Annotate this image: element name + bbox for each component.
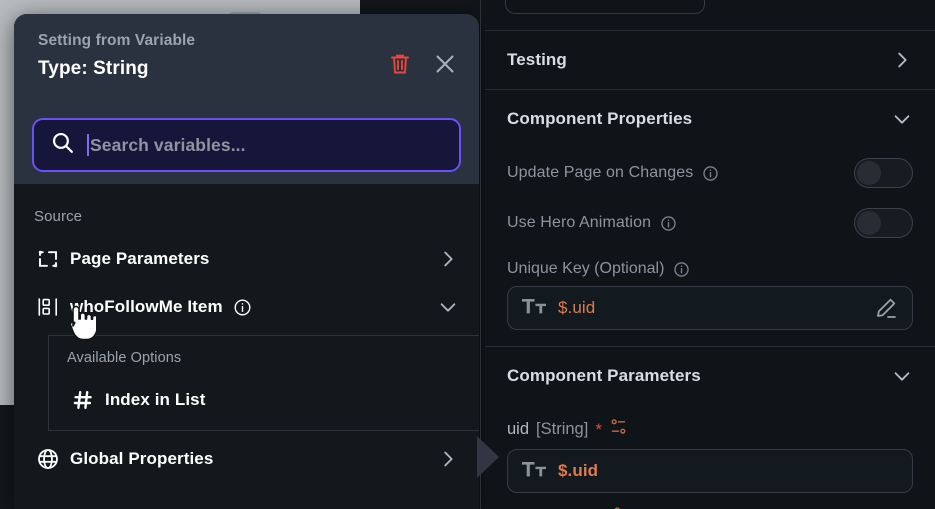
- toggle-update-page-on-changes[interactable]: [854, 158, 913, 188]
- chevron-right-icon[interactable]: [437, 248, 459, 270]
- info-icon[interactable]: [673, 261, 690, 278]
- variable-link-icon: [612, 505, 631, 509]
- setting-from-variable-dialog: Setting from Variable Type: String Searc…: [14, 14, 479, 509]
- option-item-label: Index in List: [105, 390, 206, 409]
- dialog-subtitle: Setting from Variable: [38, 32, 196, 49]
- variable-source-list: Source Page Parameters whoFollowMe Item …: [14, 184, 479, 509]
- trash-icon[interactable]: [389, 52, 411, 76]
- unique-key-field[interactable]: $.uid: [507, 286, 913, 330]
- dialog-header-actions: [389, 52, 457, 76]
- close-icon[interactable]: [433, 52, 457, 76]
- parameter-uid-label: uid [String] *: [485, 405, 935, 449]
- crop-frame-icon: [36, 247, 70, 271]
- unique-key-label-row: Unique Key (Optional): [485, 248, 935, 286]
- source-item-label: Page Parameters: [70, 249, 210, 268]
- info-icon[interactable]: [233, 298, 252, 317]
- variable-link-icon: [609, 417, 628, 441]
- property-label: Update Page on Changes: [507, 164, 694, 181]
- section-component-parameters[interactable]: Component Parameters: [485, 347, 935, 405]
- text-type-icon: [522, 459, 546, 484]
- chevron-right-icon[interactable]: [891, 49, 913, 71]
- pencil-icon[interactable]: [874, 296, 898, 320]
- triangle-pointer-icon: [477, 436, 499, 478]
- search-placeholder: Search variables...: [90, 134, 246, 155]
- source-item-global-properties[interactable]: Global Properties: [14, 431, 479, 483]
- unique-key-value: $.uid: [558, 298, 596, 317]
- hash-icon: [71, 388, 105, 412]
- search-variables-field[interactable]: Search variables...: [32, 118, 461, 172]
- app-root: Setting from Variable Type: String Searc…: [0, 0, 935, 509]
- toggle-knob: [857, 161, 881, 185]
- source-item-page-parameters[interactable]: Page Parameters: [14, 235, 479, 283]
- chevron-right-icon[interactable]: [437, 448, 459, 470]
- section-component-properties[interactable]: Component Properties: [485, 90, 935, 148]
- panel-separator: [480, 0, 481, 509]
- chevron-down-icon[interactable]: [891, 365, 913, 387]
- toggle-use-hero-animation[interactable]: [854, 208, 913, 238]
- required-marker: *: [595, 419, 602, 439]
- property-update-page-on-changes: Update Page on Changes: [485, 148, 935, 198]
- text-type-icon: [522, 296, 546, 321]
- parameter-type: [String]: [536, 419, 589, 438]
- section-title: Testing: [507, 50, 567, 69]
- partial-field-above[interactable]: [505, 0, 705, 14]
- list-data-icon: [36, 295, 70, 319]
- info-icon[interactable]: [702, 165, 719, 182]
- option-item-index-in-list[interactable]: Index in List: [49, 376, 479, 424]
- source-section-label: Source: [34, 208, 83, 225]
- parameter-name: uid: [507, 419, 530, 438]
- dialog-header: Setting from Variable Type: String Searc…: [14, 14, 479, 184]
- source-item-label: Global Properties: [70, 449, 214, 468]
- available-options-label: Available Options: [67, 350, 182, 366]
- parameter-uid-field[interactable]: $.uid: [507, 449, 913, 493]
- section-title: Component Properties: [507, 109, 693, 128]
- section-title: Component Parameters: [507, 366, 701, 385]
- text-caret: [87, 134, 89, 156]
- parameter-uid-value: $.uid: [558, 461, 599, 480]
- properties-panel: Testing Component Properties Update Page…: [485, 0, 935, 509]
- available-options-group: Available Options Index in List: [48, 335, 479, 431]
- source-item-whofollowme[interactable]: whoFollowMe Item: [14, 283, 479, 331]
- toggle-knob: [857, 211, 881, 235]
- chevron-down-icon[interactable]: [437, 296, 459, 318]
- parameter-size-label: size [Double]: [485, 493, 935, 509]
- property-label: Use Hero Animation: [507, 214, 652, 231]
- unique-key-label: Unique Key (Optional): [507, 260, 665, 277]
- chevron-down-icon[interactable]: [891, 108, 913, 130]
- property-use-hero-animation: Use Hero Animation: [485, 198, 935, 248]
- globe-icon: [36, 447, 70, 471]
- search-icon: [50, 130, 75, 160]
- info-icon[interactable]: [660, 215, 677, 232]
- section-testing[interactable]: Testing: [485, 31, 935, 89]
- source-item-label: whoFollowMe Item: [70, 297, 223, 316]
